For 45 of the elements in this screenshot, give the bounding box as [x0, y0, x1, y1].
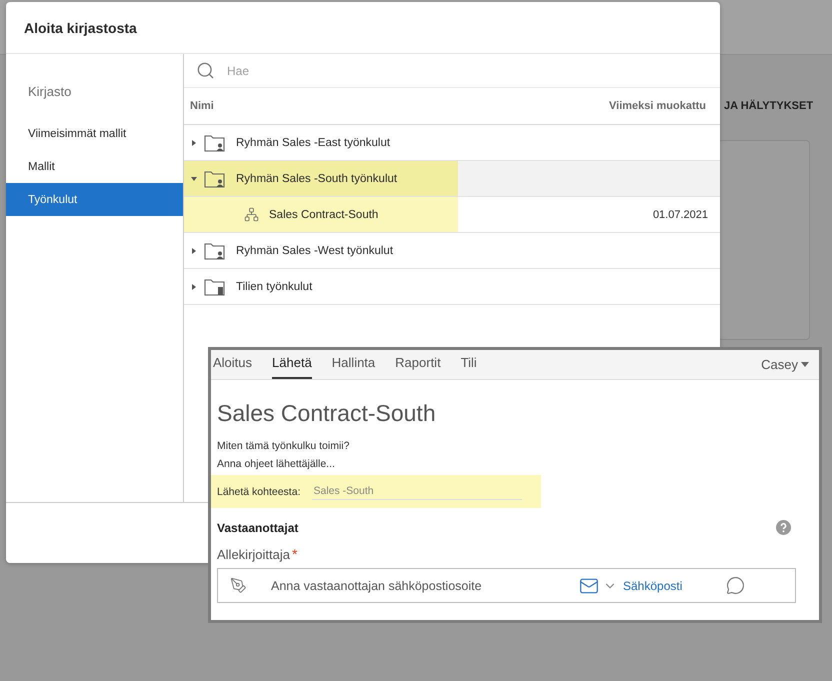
user-folder-icon: [204, 241, 226, 260]
search-icon: [196, 61, 215, 80]
section-heading: Vastaanottajat: [217, 520, 298, 534]
page-title: Sales Contract-South: [217, 400, 437, 427]
sidebar-item[interactable]: Viimeisimmät mallit: [6, 117, 183, 150]
row-name: Tilien työnkulut: [236, 280, 312, 292]
nav-tab[interactable]: Hallinta: [332, 350, 376, 379]
nav-tab[interactable]: Raportit: [395, 350, 441, 379]
sidebar-item[interactable]: Työnkulut: [6, 183, 183, 216]
table-row[interactable]: Ryhmän Sales -East työnkulut: [184, 125, 720, 161]
help-icon[interactable]: [776, 520, 791, 535]
description-text: Anna ohjeet lähettäjälle...: [217, 457, 336, 472]
row-name: Ryhmän Sales -West työnkulut: [236, 244, 394, 256]
sidebar-item[interactable]: Mallit: [6, 150, 183, 183]
table-row[interactable]: Sales Contract-South 01.07.2021: [184, 197, 720, 233]
chat-icon[interactable]: [726, 576, 746, 595]
user-folder-icon: [204, 169, 226, 188]
modified-date: 01.07.2021: [652, 208, 709, 220]
required-asterisk: *: [292, 547, 298, 561]
description-text: Miten tämä työnkulku toimii?: [217, 439, 350, 454]
nav-tab[interactable]: Aloitus: [213, 350, 252, 379]
table-row[interactable]: Ryhmän Sales -South työnkulut: [184, 161, 720, 197]
column-header: Viimeksi muokattu: [609, 100, 706, 112]
sidebar-heading: Kirjasto: [27, 84, 72, 101]
column-header: Nimi: [190, 100, 214, 112]
org-chart-icon: [244, 207, 259, 222]
user-menu[interactable]: Casey: [761, 357, 798, 372]
nav-tab[interactable]: Lähetä: [272, 350, 312, 379]
pen-icon: [230, 577, 247, 594]
recipient-field[interactable]: Anna vastaanottajan sähköpostiosoite Sähköposti: [217, 568, 796, 603]
nav-tab[interactable]: Tili: [460, 350, 477, 379]
row-name: Ryhmän Sales -East työnkulut: [236, 136, 390, 148]
table-row[interactable]: Tilien työnkulut: [184, 269, 720, 305]
dialog-title: Aloita kirjastosta: [24, 20, 137, 36]
table-row[interactable]: Ryhmän Sales -West työnkulut: [184, 233, 720, 269]
row-name: Sales Contract-South: [269, 208, 378, 220]
caret-icon[interactable]: [801, 362, 809, 367]
building-folder-icon: [204, 277, 226, 296]
field-label: Lähetä kohteesta:: [217, 486, 300, 498]
expand-caret-icon[interactable]: [188, 176, 200, 182]
delivery-method-link[interactable]: Sähköposti: [623, 578, 682, 592]
row-name: Ryhmän Sales -South työnkulut: [236, 172, 398, 184]
recipient-label: Allekirjoittaja: [217, 547, 290, 562]
page-heading: JA HÄLYTYKSET: [724, 100, 814, 112]
user-folder-icon: [204, 133, 226, 152]
